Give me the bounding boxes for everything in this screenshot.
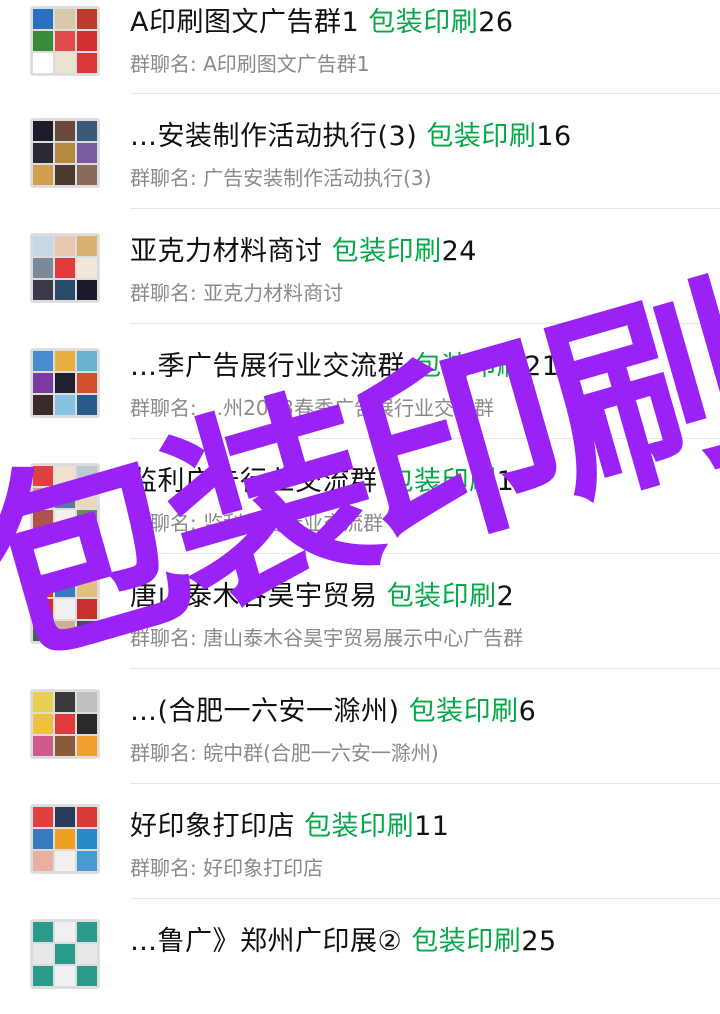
group-avatar: [30, 804, 100, 874]
group-avatar: [30, 233, 100, 303]
group-chat-item[interactable]: 监利广告行业交流群 包装印刷18 群聊名: 监利广告行业交流群: [0, 439, 720, 554]
group-avatar: [30, 6, 100, 76]
group-subtitle: 群聊名: 唐山泰木谷昊宇贸易展示中心广告群: [130, 626, 524, 650]
group-chat-item[interactable]: …季广告展行业交流群 包装印刷21 群聊名: …州2023春季广告展行业交流群: [0, 324, 720, 439]
group-avatar: [30, 919, 100, 989]
group-subtitle: 群聊名: 监利广告行业交流群: [130, 511, 384, 535]
group-subtitle: 群聊名: 皖中群(合肥一六安一滁州): [130, 741, 439, 765]
group-title: 好印象打印店 包装印刷11: [130, 811, 450, 842]
group-subtitle: 群聊名: 广告安装制作活动执行(3): [130, 166, 432, 190]
group-chat-item[interactable]: …鲁广》郑州广印展② 包装印刷25: [0, 899, 720, 1014]
group-chat-item[interactable]: 亚克力材料商讨 包装印刷24 群聊名: 亚克力材料商讨: [0, 209, 720, 324]
group-chat-item[interactable]: 唐山泰木谷昊宇贸易 包装印刷2 群聊名: 唐山泰木谷昊宇贸易展示中心广告群: [0, 554, 720, 669]
group-subtitle: 群聊名: …州2023春季广告展行业交流群: [130, 396, 494, 420]
group-title: 亚克力材料商讨 包装印刷24: [130, 236, 477, 267]
group-avatar: [30, 574, 100, 644]
group-subtitle: 群聊名: A印刷图文广告群1: [130, 52, 370, 76]
group-subtitle: 群聊名: 亚克力材料商讨: [130, 281, 344, 305]
group-avatar: [30, 118, 100, 188]
group-title: …季广告展行业交流群 包装印刷21: [130, 351, 560, 382]
group-chat-item[interactable]: …安装制作活动执行(3) 包装印刷16 群聊名: 广告安装制作活动执行(3): [0, 94, 720, 209]
group-chat-item[interactable]: …(合肥一六安一滁州) 包装印刷6 群聊名: 皖中群(合肥一六安一滁州): [0, 669, 720, 784]
group-title: …安装制作活动执行(3) 包装印刷16: [130, 121, 572, 152]
group-title: 监利广告行业交流群 包装印刷18: [130, 466, 532, 497]
group-title: …鲁广》郑州广印展② 包装印刷25: [130, 926, 557, 957]
group-subtitle: 群聊名: 好印象打印店: [130, 856, 324, 880]
group-title: …(合肥一六安一滁州) 包装印刷6: [130, 696, 537, 727]
group-chat-item[interactable]: 好印象打印店 包装印刷11 群聊名: 好印象打印店: [0, 784, 720, 899]
group-avatar: [30, 348, 100, 418]
group-chat-item[interactable]: A印刷图文广告群1 包装印刷26 群聊名: A印刷图文广告群1: [0, 0, 720, 95]
group-avatar: [30, 463, 100, 533]
group-title: A印刷图文广告群1 包装印刷26: [130, 7, 514, 38]
group-avatar: [30, 689, 100, 759]
group-title: 唐山泰木谷昊宇贸易 包装印刷2: [130, 581, 515, 612]
